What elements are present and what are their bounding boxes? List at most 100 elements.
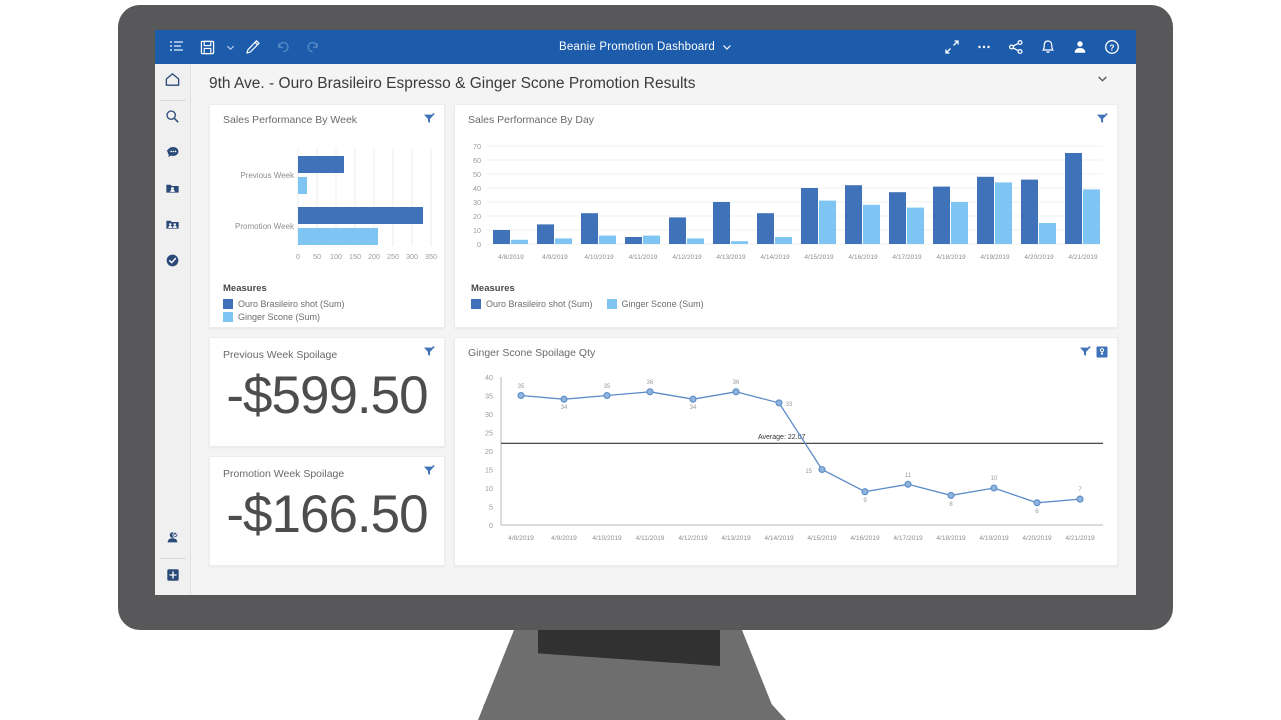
svg-text:4/9/2019: 4/9/2019 bbox=[551, 535, 577, 542]
legend-title: Measures bbox=[223, 283, 267, 294]
edit-pencil-icon[interactable] bbox=[239, 33, 267, 61]
sidebar-item-approved[interactable] bbox=[155, 245, 191, 281]
filter-icon[interactable] bbox=[423, 113, 435, 125]
card-title: Sales Performance By Day bbox=[468, 114, 595, 126]
svg-text:?: ? bbox=[1109, 42, 1114, 52]
svg-text:4/14/2019: 4/14/2019 bbox=[764, 535, 794, 542]
home-icon bbox=[164, 71, 181, 93]
legend-swatch bbox=[223, 299, 233, 309]
card-title: Sales Performance By Week bbox=[223, 114, 358, 126]
sidebar-item-profile-verified[interactable] bbox=[155, 522, 191, 558]
svg-text:15: 15 bbox=[485, 466, 493, 475]
sidebar-item-home[interactable] bbox=[155, 64, 191, 100]
top-toolbar: Beanie Promotion Dashboard ? bbox=[155, 30, 1136, 64]
svg-text:4/9/2019: 4/9/2019 bbox=[542, 254, 568, 261]
chevron-down-icon[interactable] bbox=[722, 42, 732, 52]
svg-text:20: 20 bbox=[473, 212, 481, 221]
svg-text:0: 0 bbox=[477, 240, 481, 249]
help-icon[interactable]: ? bbox=[1098, 33, 1126, 61]
user-check-icon bbox=[164, 529, 181, 551]
filter-icon[interactable] bbox=[1096, 113, 1108, 125]
svg-text:150: 150 bbox=[349, 252, 361, 261]
chart-ginger-scone-spoilage: 40 35 30 25 20 15 10 5 0 Average: 22.07 … bbox=[485, 373, 1103, 542]
svg-text:7: 7 bbox=[1078, 487, 1082, 493]
chevron-down-icon[interactable] bbox=[223, 33, 237, 61]
legend-label: Ouro Brasileiro shot (Sum) bbox=[238, 299, 345, 309]
svg-text:4/18/2019: 4/18/2019 bbox=[936, 535, 966, 542]
svg-text:4/14/2019: 4/14/2019 bbox=[760, 254, 790, 261]
svg-text:0: 0 bbox=[296, 252, 300, 261]
key-badge-icon[interactable] bbox=[1096, 346, 1108, 358]
share-icon[interactable] bbox=[1002, 33, 1030, 61]
sidebar-item-my-content[interactable] bbox=[155, 173, 191, 209]
save-icon[interactable] bbox=[193, 33, 221, 61]
svg-text:4/11/2019: 4/11/2019 bbox=[629, 254, 658, 261]
card-promotion-week-spoilage: Promotion Week Spoilage -$166.50 bbox=[209, 456, 445, 566]
sidebar-item-conversations[interactable] bbox=[155, 137, 191, 173]
dashboard-title[interactable]: Beanie Promotion Dashboard bbox=[559, 41, 715, 53]
legend-title: Measures bbox=[471, 283, 515, 294]
undo-icon[interactable] bbox=[269, 33, 297, 61]
kpi-value: -$166.50 bbox=[226, 485, 428, 544]
toolbar-left-group bbox=[155, 33, 327, 61]
svg-text:0: 0 bbox=[489, 521, 493, 530]
legend-sales-by-day: Measures Ouro Brasileiro shot (Sum) Ging… bbox=[455, 283, 1117, 312]
filter-icon[interactable] bbox=[423, 465, 435, 477]
sidebar-item-shared[interactable] bbox=[155, 209, 191, 245]
svg-text:4/21/2019: 4/21/2019 bbox=[1068, 254, 1098, 261]
menu-list-icon[interactable] bbox=[163, 33, 191, 61]
svg-text:250: 250 bbox=[387, 252, 399, 261]
svg-text:6: 6 bbox=[1035, 509, 1039, 515]
svg-text:34: 34 bbox=[561, 405, 568, 411]
legend-swatch bbox=[606, 299, 617, 309]
legend-item: Ginger Scone (Sum) bbox=[606, 299, 704, 309]
svg-text:10: 10 bbox=[473, 226, 481, 235]
svg-text:33: 33 bbox=[786, 402, 793, 408]
svg-text:4/17/2019: 4/17/2019 bbox=[892, 254, 922, 261]
bell-icon[interactable] bbox=[1034, 33, 1062, 61]
svg-text:4/18/2019: 4/18/2019 bbox=[936, 254, 966, 261]
chart-sales-by-week: Previous Week Promotion Week 0 50 100 15… bbox=[235, 148, 437, 261]
sidebar-item-add[interactable] bbox=[155, 559, 191, 595]
dashboard-grid: Sales Performance By Week Previous Week … bbox=[191, 104, 1136, 566]
filter-icon[interactable] bbox=[1079, 346, 1091, 358]
svg-text:70: 70 bbox=[473, 142, 481, 151]
svg-text:35: 35 bbox=[604, 384, 611, 390]
svg-text:8: 8 bbox=[949, 502, 953, 508]
svg-text:4/10/2019: 4/10/2019 bbox=[584, 254, 614, 261]
legend-swatch bbox=[223, 312, 233, 322]
svg-text:100: 100 bbox=[330, 252, 342, 261]
svg-text:350: 350 bbox=[425, 252, 437, 261]
screen: Beanie Promotion Dashboard ? 9th Ave. - … bbox=[155, 30, 1136, 595]
legend-sales-by-week: Measures Ouro Brasileiro shot (Sum) Ging… bbox=[210, 283, 444, 322]
svg-text:50: 50 bbox=[473, 170, 481, 179]
svg-text:20: 20 bbox=[485, 447, 493, 456]
toolbar-right-group: ? bbox=[938, 33, 1136, 61]
sidebar-item-search[interactable] bbox=[155, 101, 191, 137]
kpi-column: Previous Week Spoilage -$599.50 Promotio… bbox=[209, 337, 445, 566]
card-icons bbox=[423, 113, 435, 125]
card-icons bbox=[423, 465, 435, 477]
chevron-down-icon[interactable] bbox=[1094, 70, 1110, 86]
filter-icon[interactable] bbox=[423, 346, 435, 358]
svg-text:35: 35 bbox=[518, 384, 525, 390]
legend-label: Ouro Brasileiro shot (Sum) bbox=[486, 299, 593, 309]
svg-text:4/16/2019: 4/16/2019 bbox=[848, 254, 878, 261]
card-title: Ginger Scone Spoilage Qty bbox=[468, 347, 596, 359]
expand-icon[interactable] bbox=[938, 33, 966, 61]
screenshot-stage: Beanie Promotion Dashboard ? 9th Ave. - … bbox=[0, 0, 1281, 720]
card-icons bbox=[1079, 346, 1108, 358]
svg-text:4/10/2019: 4/10/2019 bbox=[592, 535, 622, 542]
card-ginger-scone-spoilage-qty: Ginger Scone Spoilage Qty 40 35 30 25 20… bbox=[454, 337, 1118, 566]
redo-icon[interactable] bbox=[299, 33, 327, 61]
svg-text:4/19/2019: 4/19/2019 bbox=[979, 535, 1009, 542]
user-icon[interactable] bbox=[1066, 33, 1094, 61]
svg-text:4/15/2019: 4/15/2019 bbox=[807, 535, 837, 542]
more-ellipsis-icon[interactable] bbox=[970, 33, 998, 61]
card-icons bbox=[1096, 113, 1108, 125]
svg-text:10: 10 bbox=[991, 476, 998, 482]
average-line-label: Average: 22.07 bbox=[758, 434, 805, 441]
dashboard-row-1: Sales Performance By Week Previous Week … bbox=[209, 104, 1118, 328]
card-title: Previous Week Spoilage bbox=[223, 349, 338, 361]
legend-label: Ginger Scone (Sum) bbox=[238, 312, 321, 322]
